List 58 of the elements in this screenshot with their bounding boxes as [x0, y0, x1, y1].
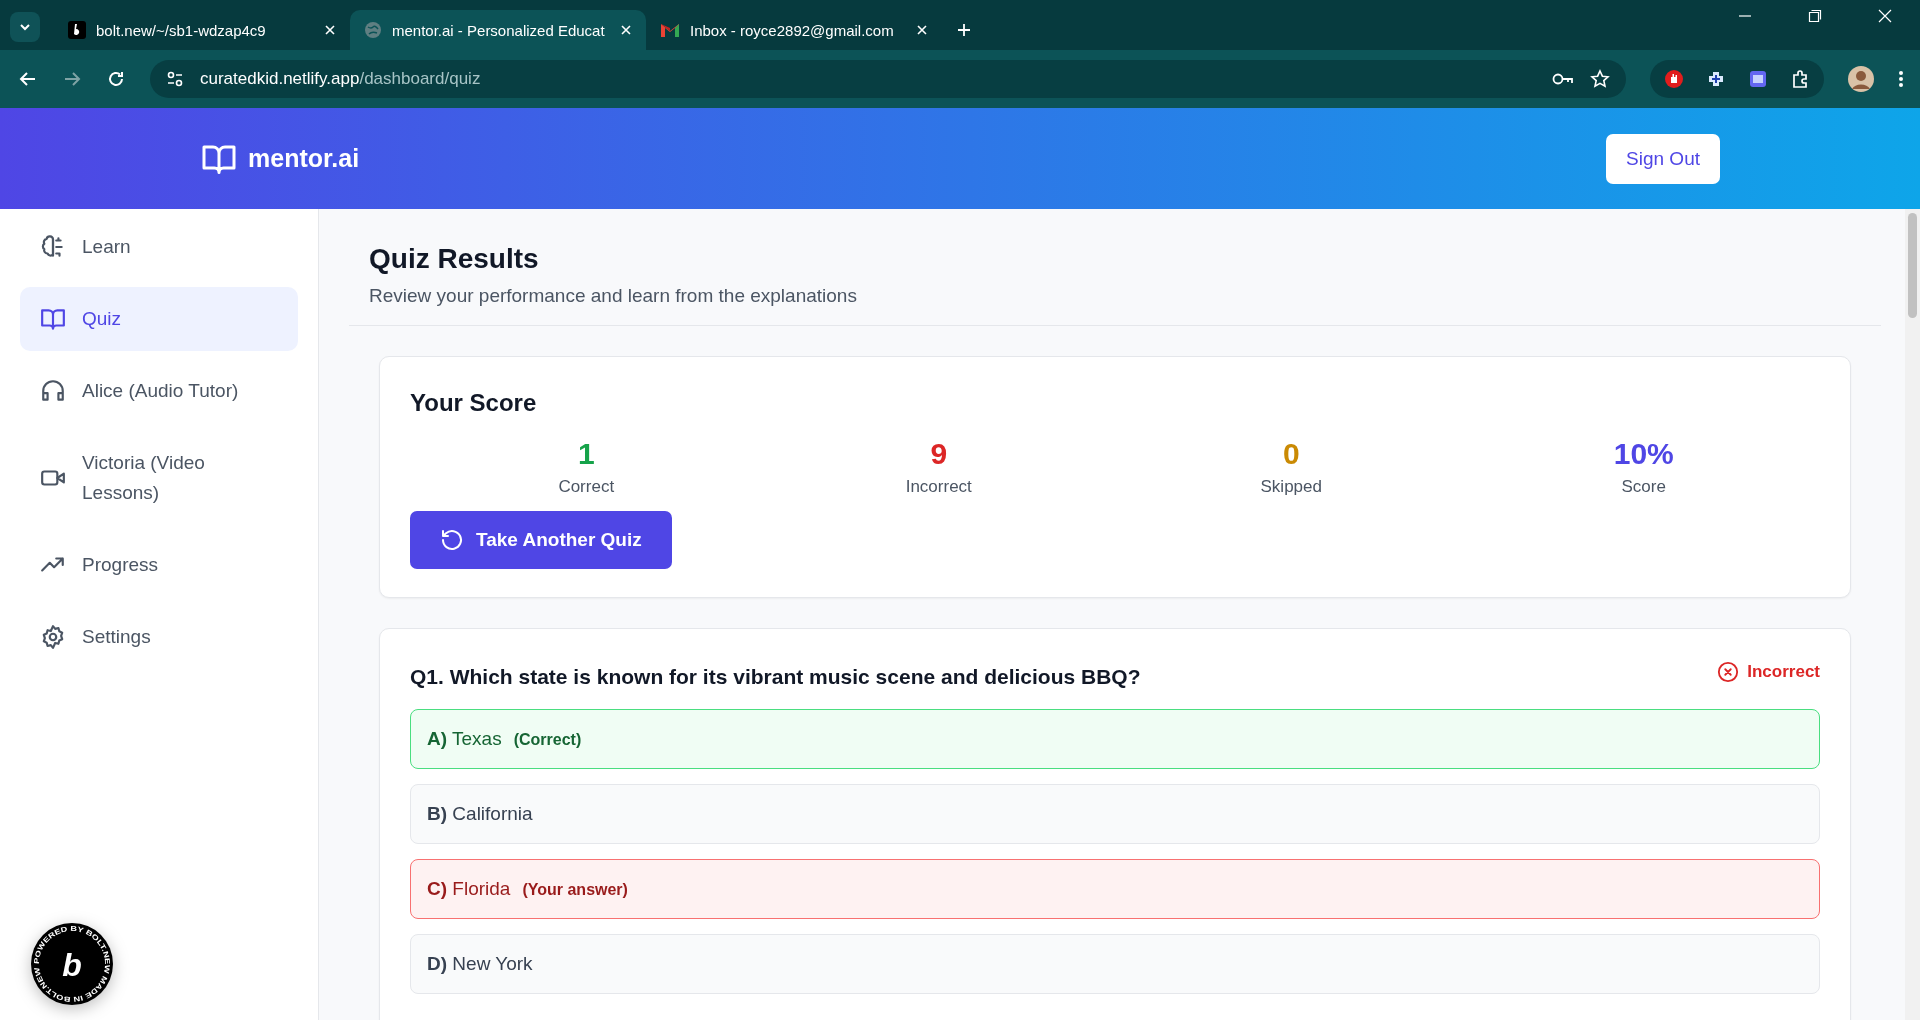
tab-search-button[interactable] — [10, 12, 40, 42]
close-tab-icon[interactable] — [916, 24, 928, 36]
close-tab-icon[interactable] — [620, 24, 632, 36]
browser-tab[interactable]: mentor.ai - Personalized Educat — [350, 10, 646, 50]
star-icon[interactable] — [1590, 69, 1610, 89]
settings-icon — [40, 624, 66, 650]
close-tab-icon[interactable] — [324, 24, 336, 36]
globe-icon — [364, 21, 382, 39]
brain-icon — [40, 234, 66, 260]
browser-tab[interactable]: bolt.new/~/sb1-wdzap4c9 — [54, 10, 350, 50]
address-bar[interactable]: curatedkid.netlify.app/dashboard/quiz — [150, 60, 1626, 98]
stat-label: Score — [1621, 477, 1666, 497]
extensions-icon[interactable] — [1790, 69, 1810, 89]
book-icon — [40, 306, 66, 332]
more-menu-icon[interactable] — [1898, 69, 1904, 89]
browser-tab[interactable]: Inbox - royce2892@gmail.com — [646, 10, 942, 50]
stop-hand-icon[interactable] — [1664, 69, 1684, 89]
scrollbar[interactable] — [1905, 209, 1920, 1020]
result-status: Incorrect — [1717, 661, 1820, 683]
stat-value: 0 — [1282, 437, 1300, 471]
sidebar-item[interactable]: Victoria (Video Lessons) — [20, 431, 298, 525]
restart-icon — [440, 528, 464, 552]
mail-logo-icon — [660, 22, 680, 38]
score-title: Your Score — [410, 389, 538, 417]
close-icon[interactable] — [1878, 9, 1892, 23]
stat-value: 9 — [930, 437, 948, 471]
reload-icon[interactable] — [106, 69, 126, 89]
page-title: Quiz Results — [369, 243, 540, 275]
stat-label: Incorrect — [905, 477, 972, 497]
profile-avatar[interactable] — [1848, 66, 1874, 92]
bolt-logo-icon — [68, 21, 86, 39]
answer-option: C) Florida (Your answer) — [410, 859, 1820, 919]
brand-name: mentor.ai — [248, 144, 360, 173]
question-text: Q1. Which state is known for its vibrant music scene and delicious BBQ? — [410, 664, 1141, 689]
site-settings-icon — [166, 70, 184, 88]
window-icon[interactable] — [1748, 69, 1768, 89]
stat-label: Correct — [558, 477, 615, 497]
x-circle-icon — [1717, 661, 1740, 683]
answer-option: D) New York — [410, 934, 1820, 994]
sidebar-item[interactable]: Alice (Audio Tutor) — [20, 359, 298, 423]
answer-option: A) Texas (Correct) — [410, 709, 1820, 769]
sidebar-item[interactable]: Progress — [20, 533, 298, 597]
sidebar-item[interactable]: Learn — [20, 215, 298, 279]
stat-value: 1 — [577, 437, 595, 471]
answer-option: B) California — [410, 784, 1820, 844]
key-icon[interactable] — [1552, 72, 1574, 86]
restore-icon[interactable] — [1808, 9, 1822, 23]
stat-label: Skipped — [1260, 477, 1322, 497]
stat-value: 10% — [1613, 437, 1674, 471]
url-text: curatedkid.netlify.app/dashboard/quiz — [200, 69, 481, 89]
headphones-icon — [40, 378, 66, 404]
sign-out-button[interactable]: Sign Out — [1606, 133, 1720, 184]
take-another-quiz-button[interactable]: Take Another Quiz — [410, 511, 672, 569]
puzzle-plus-icon[interactable] — [1706, 69, 1726, 89]
sidebar-item[interactable]: Quiz — [20, 287, 298, 351]
new-tab-icon[interactable] — [956, 22, 972, 38]
sidebar-item[interactable]: Settings — [20, 605, 298, 669]
page-subtitle: Review your performance and learn from the explanations — [369, 285, 858, 307]
